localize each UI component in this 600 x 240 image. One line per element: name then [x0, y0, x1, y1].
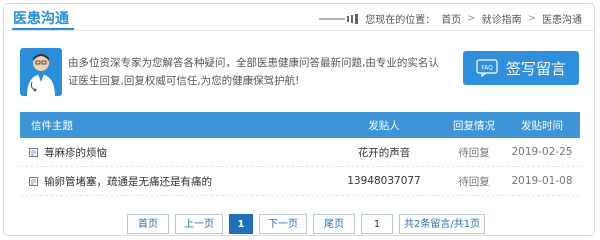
intro-section: 由多位资深专家为您解答各种疑问，全部医患健康问答最新问题,由专业的实名认证医生回…	[20, 48, 580, 100]
page-summary: 共2条留言/共1页	[399, 214, 486, 234]
header-poster: 发贴人	[368, 119, 400, 132]
row-poster: 13948037077	[347, 175, 421, 187]
row-subject-cell: 输卵管堵塞，疏通是无痛还是有痛的	[20, 174, 324, 189]
row-poster: 花开的声音	[357, 146, 411, 159]
write-message-button[interactable]: FAQ 签写留言	[463, 51, 579, 85]
breadcrumb-separator: >	[527, 13, 536, 24]
current-page-button[interactable]: 1	[229, 214, 253, 234]
faq-badge-text: FAQ	[481, 65, 493, 72]
table-row: 荨麻疹的烦恼 花开的声音 待回复 2019-02-25	[20, 138, 580, 167]
message-panel: 医患沟通 您现在的位置： 首页 > 就诊指南 > 医患沟通 由多位资深专家为您解…	[3, 3, 595, 236]
prev-page-button[interactable]: 上一页	[175, 214, 223, 234]
breadcrumb: 您现在的位置： 首页 > 就诊指南 > 医患沟通	[319, 11, 582, 26]
intro-text: 由多位资深专家为您解答各种疑问，全部医患健康问答最新问题,由专业的实名认证医生回…	[68, 57, 439, 87]
header-status: 回复情况	[453, 119, 495, 132]
row-subject-link[interactable]: 荨麻疹的烦恼	[44, 145, 107, 160]
first-page-button[interactable]: 首页	[127, 214, 169, 234]
header-time: 发贴时间	[521, 119, 563, 132]
panel-header: 医患沟通 您现在的位置： 首页 > 就诊指南 > 医患沟通	[4, 4, 594, 31]
row-status: 待回复	[458, 175, 490, 188]
breadcrumb-home[interactable]: 首页	[441, 11, 461, 26]
doctor-avatar-icon	[20, 48, 62, 96]
last-page-button[interactable]: 尾页	[313, 214, 355, 234]
breadcrumb-current[interactable]: 医患沟通	[542, 11, 582, 26]
row-status: 待回复	[458, 146, 490, 159]
row-time: 2019-01-08	[511, 175, 573, 187]
breadcrumb-guide[interactable]: 就诊指南	[482, 11, 522, 26]
page-title: 医患沟通	[13, 11, 69, 27]
row-subject-cell: 荨麻疹的烦恼	[20, 145, 324, 160]
pagination: 首页 上一页 1 下一页 尾页 1 共2条留言/共1页	[127, 214, 486, 234]
faq-icon: FAQ	[476, 59, 498, 77]
header-subject: 信件主题	[31, 119, 73, 132]
title-underline	[12, 28, 74, 30]
message-icon	[29, 176, 38, 186]
breadcrumb-separator: >	[467, 13, 476, 24]
write-message-label: 签写留言	[505, 59, 566, 78]
message-table: 信件主题 发贴人 回复情况 发贴时间 荨麻疹的烦恼 花开的声音 待回复 2019…	[20, 112, 580, 196]
message-icon	[29, 147, 38, 157]
page-jump-input[interactable]: 1	[361, 214, 393, 234]
row-subject-link[interactable]: 输卵管堵塞，疏通是无痛还是有痛的	[44, 174, 212, 189]
next-page-button[interactable]: 下一页	[259, 214, 307, 234]
row-time: 2019-02-25	[511, 146, 573, 158]
location-label: 您现在的位置：	[365, 15, 436, 26]
location-line-icon	[319, 13, 359, 24]
table-header: 信件主题 发贴人 回复情况 发贴时间	[20, 112, 580, 138]
table-row: 输卵管堵塞，疏通是无痛还是有痛的 13948037077 待回复 2019-01…	[20, 167, 580, 196]
